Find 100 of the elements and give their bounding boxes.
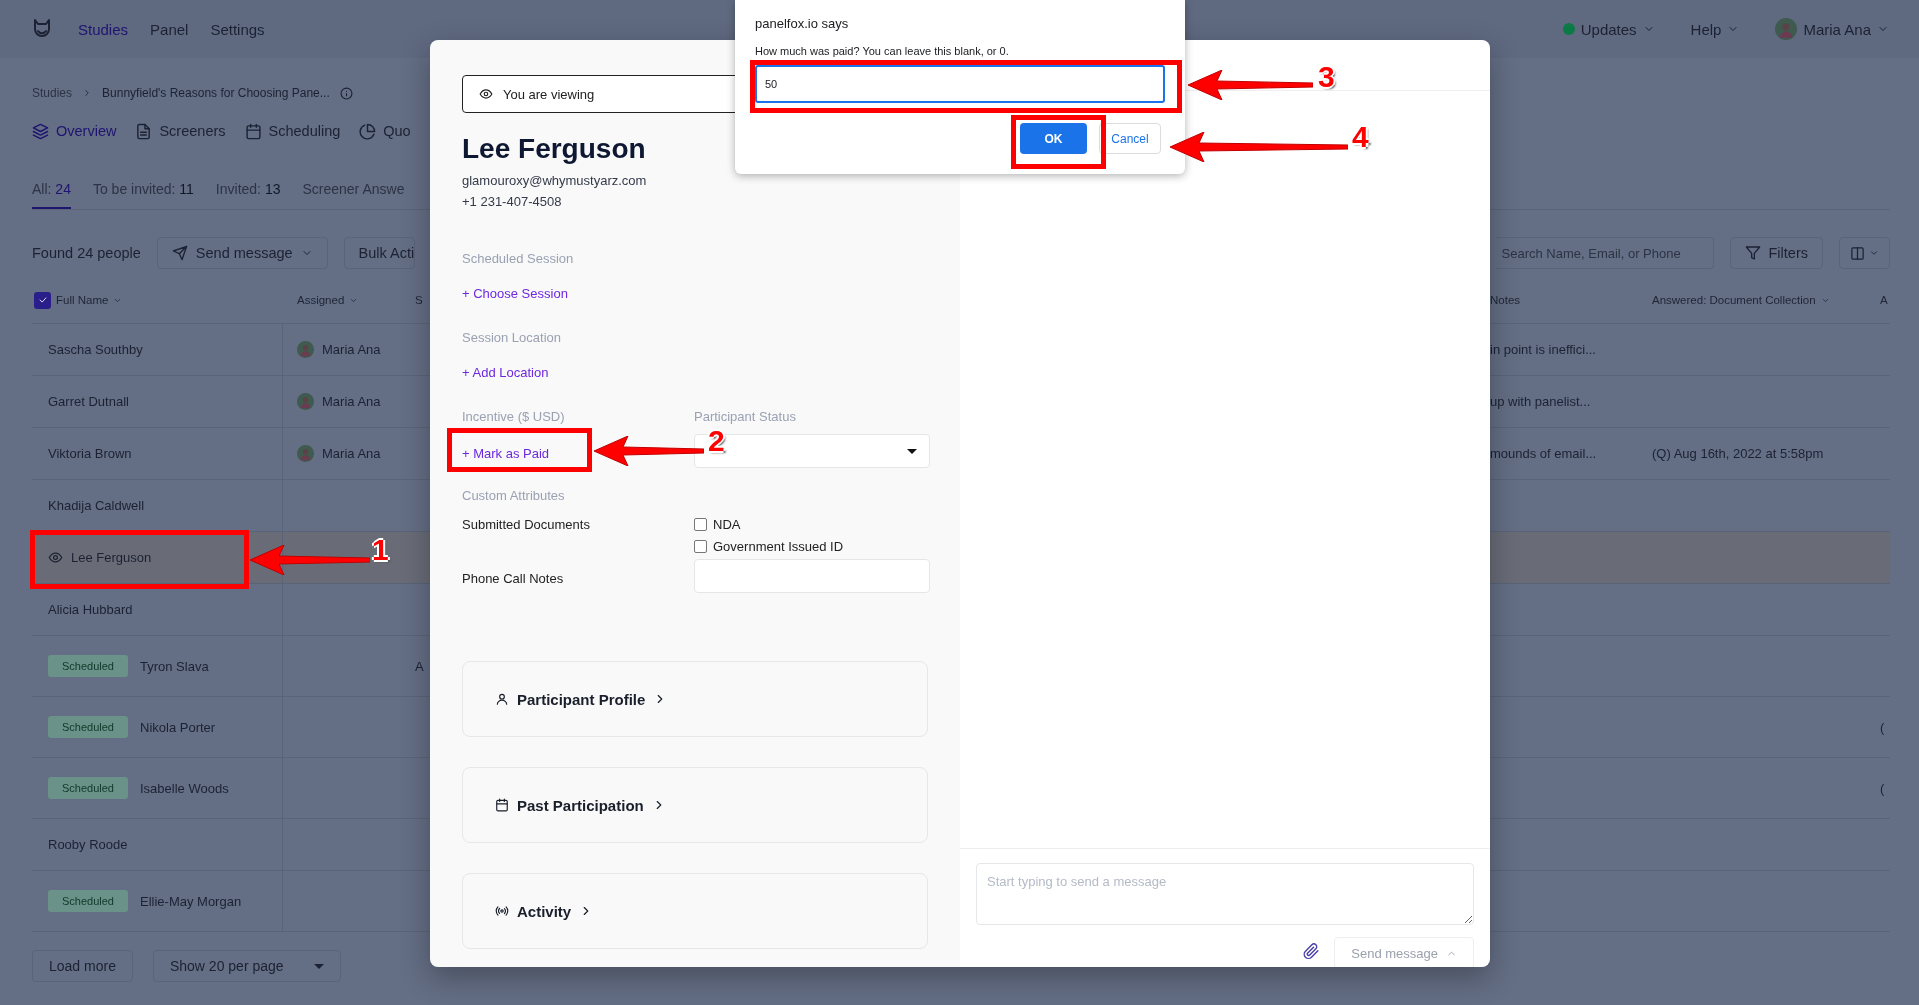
search-field[interactable]: Search Name, Email, or Phone (1495, 237, 1714, 269)
participant-name[interactable]: Alicia Hubbard (48, 602, 133, 617)
user-menu[interactable]: Maria Ana (1803, 20, 1871, 38)
status-badge: Scheduled (48, 890, 128, 912)
send-message-button[interactable]: Send message (156, 237, 328, 269)
avatar-icon (297, 393, 314, 410)
assignee-name: Maria Ana (322, 446, 381, 461)
checkbox-label: NDA (713, 516, 741, 532)
message-field[interactable]: Start typing to send a message (976, 863, 1474, 925)
choose-session-link[interactable]: + Choose Session (462, 286, 568, 301)
section-card[interactable]: Participant Profile (462, 661, 928, 737)
mark-as-paid-link[interactable]: + Mark as Paid (462, 446, 550, 461)
nav-link[interactable]: Studies (78, 20, 129, 38)
dialog-title: panelfox.io says (755, 16, 850, 31)
page-tab[interactable]: Overview (56, 123, 117, 139)
participant-name[interactable]: Khadija Caldwell (48, 498, 145, 513)
field-label: Participant Status (694, 409, 797, 424)
ok-button[interactable]: OK (1020, 123, 1087, 154)
filter-tab[interactable]: Screener Answe (302, 175, 405, 209)
status-badge: Scheduled (48, 716, 128, 738)
page-tab[interactable]: Quo (383, 123, 411, 139)
field-label: Incentive ($ USD) (462, 409, 566, 424)
checkbox-label: Government Issued ID (713, 538, 844, 554)
participant-name[interactable]: Tyron Slava (140, 658, 209, 674)
assignee-name: Maria Ana (322, 342, 381, 357)
participant-name[interactable]: Garret Dutnall (48, 394, 129, 409)
chevron-down-icon (1869, 248, 1879, 258)
calendar-icon (495, 798, 509, 812)
section-card[interactable]: Past Participation (462, 767, 928, 843)
callout-number: 4 (1352, 120, 1369, 154)
participant-phone: +1 231-407-4508 (462, 194, 563, 209)
page-tab[interactable]: Screeners (159, 123, 226, 139)
participant-name[interactable]: Lee Ferguson (71, 550, 152, 565)
callout-number: 3 (1318, 60, 1335, 94)
assignee-name: Maria Ana (322, 394, 381, 409)
filters-button[interactable]: Filters (1729, 237, 1823, 269)
checkbox[interactable] (694, 517, 707, 531)
page-size-dropdown[interactable]: Show 20 per page (152, 950, 341, 982)
participant-name[interactable]: Rooby Roode (48, 837, 128, 852)
column-header[interactable]: Answered: Document Collection (1652, 294, 1816, 306)
status-badge: Scheduled (48, 655, 128, 677)
participant-email: glamouroxy@whymustyarz.com (462, 173, 648, 188)
section-card[interactable]: Activity (462, 873, 928, 949)
checkbox[interactable] (694, 539, 707, 553)
filter-tab[interactable]: To be invited: 11 (92, 175, 194, 209)
breadcrumb-current: Bunnyfield's Reasons for Choosing Pane... (102, 86, 330, 100)
select-all-checkbox[interactable] (34, 291, 51, 309)
columns-button[interactable] (1839, 237, 1890, 269)
calendar-icon (244, 122, 262, 140)
dialog-message: How much was paid? You can leave this blank, or 0. (755, 45, 1010, 57)
eye-icon (479, 87, 493, 101)
amount-field[interactable]: 50 (755, 65, 1165, 103)
notes-field[interactable] (694, 559, 930, 593)
load-more-button[interactable]: Load more (32, 950, 133, 982)
column-header[interactable]: A (1880, 294, 1888, 306)
info-icon (339, 86, 353, 100)
send-icon (171, 245, 188, 261)
paperclip-icon (1303, 942, 1321, 960)
columns-icon (1850, 245, 1865, 261)
cancel-button[interactable]: Cancel (1099, 123, 1161, 154)
avatar-icon (297, 445, 314, 462)
results-count: Found 24 people (32, 245, 141, 261)
participant-name[interactable]: Isabelle Woods (140, 780, 229, 796)
layers-icon (32, 122, 49, 140)
field-label: Custom Attributes (462, 488, 566, 503)
field-label: Phone Call Notes (462, 571, 565, 588)
participant-name[interactable]: Ellie-May Morgan (140, 893, 242, 909)
filter-tab[interactable]: All: 24 (32, 175, 71, 209)
broadcast-icon (495, 904, 509, 918)
avatar-icon (1775, 18, 1798, 40)
help-menu[interactable]: Help (1690, 20, 1722, 38)
nav-link[interactable]: Panel (150, 20, 189, 38)
column-header[interactable]: Full Name (56, 294, 109, 306)
participant-name[interactable]: Sascha Southby (48, 342, 143, 357)
person-icon (495, 692, 509, 706)
status-badge: Scheduled (48, 777, 128, 799)
document-icon (135, 122, 153, 140)
viewing-text: You are viewing (503, 86, 595, 102)
table-cell: ( (1880, 697, 1890, 758)
column-header[interactable]: Assigned (297, 294, 345, 306)
callout-number: 2 (708, 424, 725, 458)
pie-chart-icon (359, 122, 377, 140)
eye-icon (48, 550, 63, 565)
updates-menu[interactable]: Updates (1580, 20, 1637, 38)
check-icon (37, 295, 48, 305)
breadcrumb-link[interactable]: Studies (32, 86, 73, 100)
table-cell: (Q) Aug 16th, 2022 at 5:58pm (1652, 428, 1880, 480)
page-tab[interactable]: Scheduling (268, 123, 341, 139)
column-header[interactable]: S (415, 294, 423, 306)
participant-name[interactable]: Viktoria Brown (48, 446, 132, 461)
table-cell: ( (1880, 758, 1890, 819)
send-message-button[interactable]: Send message (1334, 937, 1474, 967)
add-location-link[interactable]: + Add Location (462, 365, 549, 380)
nav-link[interactable]: Settings (210, 20, 265, 38)
column-header[interactable]: Notes (1490, 294, 1521, 306)
filter-tab[interactable]: Invited: 13 (215, 175, 281, 209)
bulk-actions-button[interactable]: Bulk Acti (343, 237, 416, 269)
participant-name[interactable]: Nikola Porter (140, 719, 216, 735)
status-dot (1562, 23, 1575, 35)
participant-title: Lee Ferguson (462, 133, 647, 165)
